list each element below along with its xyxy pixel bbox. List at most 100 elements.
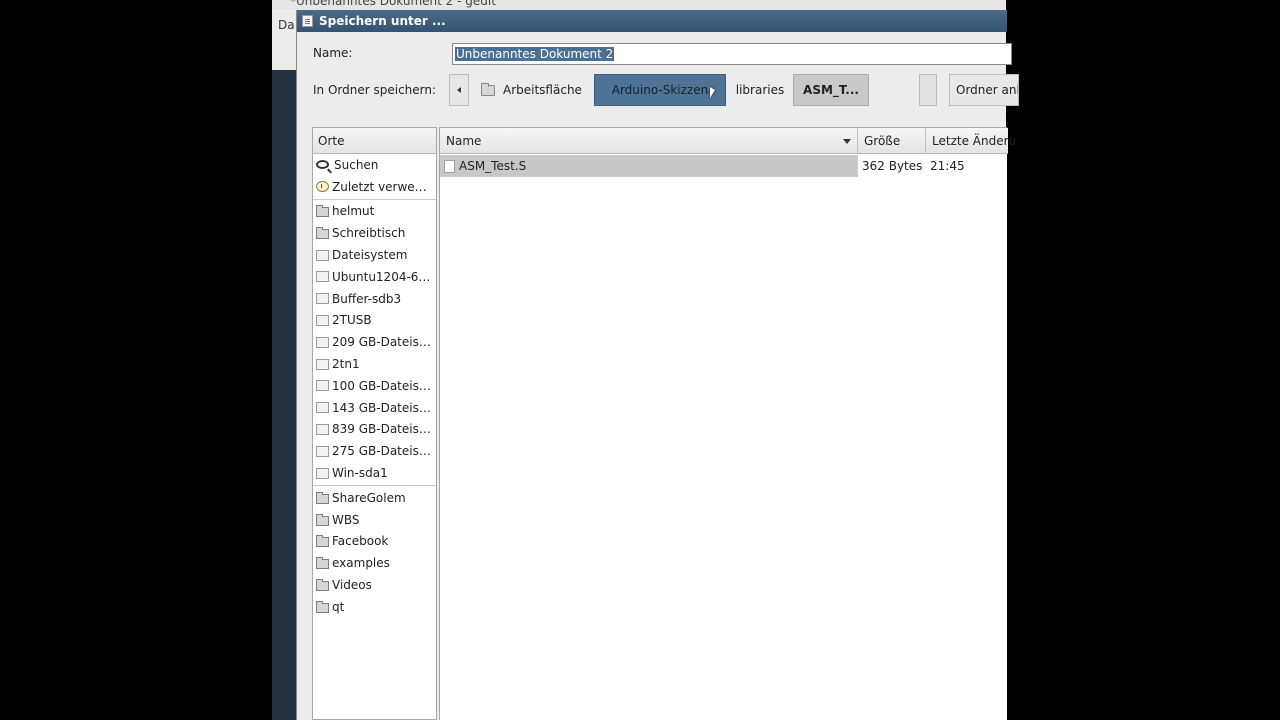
path-button-libraries[interactable]: libraries (728, 74, 792, 106)
sidebar-item-label: Dateisystem (332, 248, 408, 263)
sidebar-item-label: Videos (332, 578, 372, 593)
sidebar-item-label: 209 GB-Dateis… (332, 335, 431, 350)
sidebar-item-label: WBS (332, 512, 360, 527)
column-header-modified[interactable]: Letzte Änderung (926, 128, 1016, 154)
sidebar-item-label: Buffer-sdb3 (332, 291, 402, 306)
drive-icon (316, 380, 329, 392)
sidebar-item-label: examples (332, 556, 390, 571)
drive-icon (316, 271, 329, 283)
drive-icon (316, 293, 329, 305)
drive-icon (316, 467, 329, 479)
filename-input[interactable]: Unbenanntes Dokument 2 (452, 43, 1012, 65)
sidebar-item[interactable]: helmut (313, 201, 436, 223)
sidebar-item-label: 2TUSB (332, 313, 372, 328)
column-modified-label: Letzte Änderung (932, 134, 1016, 148)
drive-icon (316, 358, 329, 370)
sidebar-item[interactable]: 2TUSB (313, 310, 436, 332)
column-header-name[interactable]: Name (440, 128, 858, 154)
sidebar-item[interactable]: qt (313, 596, 436, 618)
sidebar-item[interactable]: Win-sda1 (313, 462, 436, 484)
sidebar-item-label: 143 GB-Dateis… (332, 400, 431, 415)
filename-selected-text: Unbenanntes Dokument 2 (455, 47, 615, 61)
sidebar-item[interactable]: Buffer-sdb3 (313, 288, 436, 310)
separator (313, 484, 436, 486)
folder-icon (316, 491, 329, 504)
create-folder-button[interactable]: Ordner anlegen (949, 74, 1019, 106)
save-in-folder-label: In Ordner speichern: (313, 83, 437, 97)
sidebar-item-label: 275 GB-Dateis… (332, 444, 431, 459)
path-button-asm-test[interactable]: ASM_T... (793, 74, 869, 106)
sidebar-item[interactable]: 275 GB-Dateis… (313, 440, 436, 462)
sidebar-item[interactable]: Facebook (313, 531, 436, 553)
sidebar-item-label: qt (332, 599, 345, 614)
sidebar-item[interactable]: Videos (313, 574, 436, 596)
sidebar-item-label: 2tn1 (332, 357, 360, 372)
file-row[interactable]: ASM_Test.S 362 Bytes 21:45 (440, 155, 1008, 177)
dialog-titlebar[interactable]: Speichern unter ... (297, 10, 1007, 32)
name-label: Name: (313, 46, 353, 60)
sidebar-item[interactable]: 839 GB-Dateis… (313, 419, 436, 441)
save-as-dialog: Speichern unter ... Name: Unbenanntes Do… (296, 10, 1019, 720)
sidebar-item-label: Zuletzt verwe… (332, 179, 427, 194)
sidebar-item[interactable]: 100 GB-Dateis… (313, 375, 436, 397)
file-list: Name Größe Letzte Änderung ASM_Test.S 36… (439, 127, 1016, 720)
text-file-icon (444, 159, 455, 173)
document-icon (302, 15, 313, 27)
file-size: 362 Bytes (862, 159, 923, 173)
sidebar-item[interactable]: 2tn1 (313, 353, 436, 375)
column-name-label: Name (446, 134, 482, 148)
folder-icon (316, 557, 329, 570)
path-button-desktop-label: Arbeitsfläche (503, 83, 582, 97)
sidebar-item[interactable]: examples (313, 552, 436, 574)
drive-icon (316, 314, 329, 326)
sidebar-item-label: Ubuntu1204-6… (332, 269, 431, 284)
folder-icon (316, 227, 329, 240)
folder-icon (316, 579, 329, 592)
sidebar-item[interactable]: Dateisystem (313, 244, 436, 266)
sidebar-item-label: Facebook (332, 534, 389, 549)
sidebar-item-label: ShareGolem (332, 490, 406, 505)
sidebar-item[interactable]: WBS (313, 509, 436, 531)
sidebar-item[interactable]: 143 GB-Dateis… (313, 397, 436, 419)
places-header[interactable]: Orte (313, 128, 436, 154)
column-header-size[interactable]: Größe (858, 128, 926, 154)
places-list: Suchen Zuletzt verwe… helmut Schreibtisch Da… (313, 154, 436, 618)
gedit-titlebar: *Unbenanntes Dokument 2 - gedit (272, 0, 1006, 10)
desktop-folder-icon (481, 82, 495, 96)
sidebar-item-label: Schreibtisch (332, 226, 406, 241)
sidebar-item[interactable]: ShareGolem (313, 487, 436, 509)
sidebar-item[interactable]: Suchen (313, 154, 436, 176)
path-scroll-right-button[interactable] (919, 74, 937, 106)
path-button-desktop[interactable]: Arbeitsfläche (474, 74, 589, 106)
drive-icon (316, 402, 329, 414)
sidebar-item-label: 839 GB-Dateis… (332, 422, 431, 437)
column-size-label: Größe (864, 134, 901, 148)
mouse-cursor-icon (710, 87, 715, 98)
drive-icon (316, 445, 329, 457)
drive-icon (316, 423, 329, 435)
dialog-title: Speichern unter ... (319, 14, 446, 28)
file-list-header: Name Größe Letzte Änderung (440, 128, 1016, 154)
file-modified: 21:45 (930, 159, 965, 173)
path-button-arduino[interactable]: Arduino-Skizzen (594, 74, 726, 106)
sidebar-item[interactable]: Schreibtisch (313, 222, 436, 244)
sidebar-item[interactable]: 209 GB-Dateis… (313, 331, 436, 353)
file-name-cell: ASM_Test.S (440, 155, 858, 177)
folder-icon (316, 535, 329, 548)
drive-icon (316, 249, 329, 261)
folder-icon (316, 600, 329, 613)
folder-icon (316, 205, 329, 218)
path-scroll-left-button[interactable] (449, 74, 469, 106)
sidebar-item[interactable]: Zuletzt verwe… (313, 176, 436, 198)
path-button-libraries-label: libraries (735, 83, 785, 97)
sidebar-item[interactable]: Ubuntu1204-6… (313, 266, 436, 288)
sidebar-item-label: 100 GB-Dateis… (332, 378, 431, 393)
gedit-title: *Unbenanntes Dokument 2 - gedit (290, 0, 496, 8)
folder-icon (316, 513, 329, 526)
sort-descending-icon (843, 139, 851, 144)
drive-icon (316, 336, 329, 348)
gedit-menu-file[interactable]: Da (278, 18, 295, 32)
path-button-asm-label: ASM_T... (803, 83, 859, 97)
gedit-editor-area (272, 70, 296, 720)
file-name: ASM_Test.S (459, 159, 527, 173)
